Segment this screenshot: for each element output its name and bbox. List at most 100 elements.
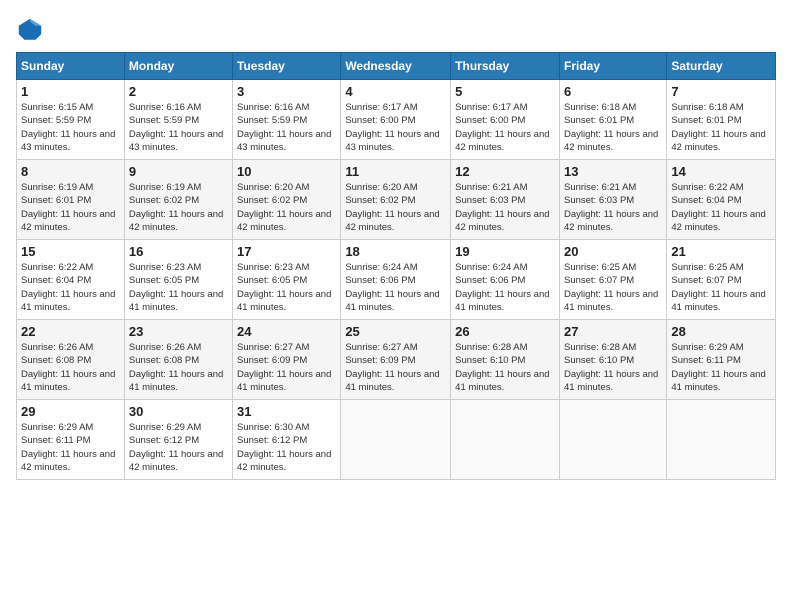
day-number: 5	[455, 84, 555, 99]
day-number: 12	[455, 164, 555, 179]
calendar-cell: 27 Sunrise: 6:28 AMSunset: 6:10 PMDaylig…	[559, 320, 666, 400]
calendar-cell: 21 Sunrise: 6:25 AMSunset: 6:07 PMDaylig…	[667, 240, 776, 320]
day-number: 28	[671, 324, 771, 339]
calendar-cell: 25 Sunrise: 6:27 AMSunset: 6:09 PMDaylig…	[341, 320, 451, 400]
day-info: Sunrise: 6:17 AMSunset: 6:00 PMDaylight:…	[345, 101, 446, 154]
calendar-cell: 14 Sunrise: 6:22 AMSunset: 6:04 PMDaylig…	[667, 160, 776, 240]
day-info: Sunrise: 6:30 AMSunset: 6:12 PMDaylight:…	[237, 421, 336, 474]
day-info: Sunrise: 6:25 AMSunset: 6:07 PMDaylight:…	[671, 261, 771, 314]
calendar-cell: 17 Sunrise: 6:23 AMSunset: 6:05 PMDaylig…	[233, 240, 341, 320]
day-info: Sunrise: 6:23 AMSunset: 6:05 PMDaylight:…	[237, 261, 336, 314]
day-info: Sunrise: 6:26 AMSunset: 6:08 PMDaylight:…	[21, 341, 120, 394]
weekday-header: Monday	[124, 53, 232, 80]
calendar-table: SundayMondayTuesdayWednesdayThursdayFrid…	[16, 52, 776, 480]
logo-icon	[16, 16, 44, 44]
day-info: Sunrise: 6:22 AMSunset: 6:04 PMDaylight:…	[671, 181, 771, 234]
day-number: 16	[129, 244, 228, 259]
calendar-cell: 31 Sunrise: 6:30 AMSunset: 6:12 PMDaylig…	[233, 400, 341, 480]
day-number: 24	[237, 324, 336, 339]
calendar-cell: 2 Sunrise: 6:16 AMSunset: 5:59 PMDayligh…	[124, 80, 232, 160]
day-info: Sunrise: 6:28 AMSunset: 6:10 PMDaylight:…	[564, 341, 662, 394]
day-number: 10	[237, 164, 336, 179]
day-number: 29	[21, 404, 120, 419]
weekday-header: Thursday	[451, 53, 560, 80]
day-info: Sunrise: 6:25 AMSunset: 6:07 PMDaylight:…	[564, 261, 662, 314]
calendar-cell: 18 Sunrise: 6:24 AMSunset: 6:06 PMDaylig…	[341, 240, 451, 320]
day-number: 25	[345, 324, 446, 339]
weekday-header: Wednesday	[341, 53, 451, 80]
weekday-header: Tuesday	[233, 53, 341, 80]
day-info: Sunrise: 6:29 AMSunset: 6:11 PMDaylight:…	[671, 341, 771, 394]
calendar-cell: 26 Sunrise: 6:28 AMSunset: 6:10 PMDaylig…	[451, 320, 560, 400]
calendar-week-row: 1 Sunrise: 6:15 AMSunset: 5:59 PMDayligh…	[17, 80, 776, 160]
calendar-cell: 15 Sunrise: 6:22 AMSunset: 6:04 PMDaylig…	[17, 240, 125, 320]
day-number: 15	[21, 244, 120, 259]
day-info: Sunrise: 6:26 AMSunset: 6:08 PMDaylight:…	[129, 341, 228, 394]
day-number: 18	[345, 244, 446, 259]
calendar-cell: 9 Sunrise: 6:19 AMSunset: 6:02 PMDayligh…	[124, 160, 232, 240]
day-info: Sunrise: 6:23 AMSunset: 6:05 PMDaylight:…	[129, 261, 228, 314]
day-number: 27	[564, 324, 662, 339]
day-number: 13	[564, 164, 662, 179]
day-number: 20	[564, 244, 662, 259]
calendar-cell: 23 Sunrise: 6:26 AMSunset: 6:08 PMDaylig…	[124, 320, 232, 400]
calendar-cell: 20 Sunrise: 6:25 AMSunset: 6:07 PMDaylig…	[559, 240, 666, 320]
day-info: Sunrise: 6:20 AMSunset: 6:02 PMDaylight:…	[345, 181, 446, 234]
calendar-cell: 10 Sunrise: 6:20 AMSunset: 6:02 PMDaylig…	[233, 160, 341, 240]
calendar-week-row: 29 Sunrise: 6:29 AMSunset: 6:11 PMDaylig…	[17, 400, 776, 480]
weekday-header: Friday	[559, 53, 666, 80]
day-number: 8	[21, 164, 120, 179]
calendar-cell: 29 Sunrise: 6:29 AMSunset: 6:11 PMDaylig…	[17, 400, 125, 480]
day-info: Sunrise: 6:29 AMSunset: 6:11 PMDaylight:…	[21, 421, 120, 474]
day-info: Sunrise: 6:28 AMSunset: 6:10 PMDaylight:…	[455, 341, 555, 394]
calendar-cell: 4 Sunrise: 6:17 AMSunset: 6:00 PMDayligh…	[341, 80, 451, 160]
calendar-week-row: 22 Sunrise: 6:26 AMSunset: 6:08 PMDaylig…	[17, 320, 776, 400]
day-number: 3	[237, 84, 336, 99]
calendar-cell: 3 Sunrise: 6:16 AMSunset: 5:59 PMDayligh…	[233, 80, 341, 160]
day-number: 14	[671, 164, 771, 179]
calendar-cell: 11 Sunrise: 6:20 AMSunset: 6:02 PMDaylig…	[341, 160, 451, 240]
day-number: 2	[129, 84, 228, 99]
calendar-cell: 6 Sunrise: 6:18 AMSunset: 6:01 PMDayligh…	[559, 80, 666, 160]
day-info: Sunrise: 6:24 AMSunset: 6:06 PMDaylight:…	[345, 261, 446, 314]
calendar-week-row: 8 Sunrise: 6:19 AMSunset: 6:01 PMDayligh…	[17, 160, 776, 240]
day-info: Sunrise: 6:19 AMSunset: 6:02 PMDaylight:…	[129, 181, 228, 234]
day-info: Sunrise: 6:22 AMSunset: 6:04 PMDaylight:…	[21, 261, 120, 314]
day-number: 4	[345, 84, 446, 99]
day-number: 23	[129, 324, 228, 339]
day-number: 9	[129, 164, 228, 179]
day-info: Sunrise: 6:15 AMSunset: 5:59 PMDaylight:…	[21, 101, 120, 154]
day-info: Sunrise: 6:27 AMSunset: 6:09 PMDaylight:…	[345, 341, 446, 394]
calendar-cell	[559, 400, 666, 480]
calendar-cell	[451, 400, 560, 480]
calendar-cell: 30 Sunrise: 6:29 AMSunset: 6:12 PMDaylig…	[124, 400, 232, 480]
calendar-header-row: SundayMondayTuesdayWednesdayThursdayFrid…	[17, 53, 776, 80]
day-info: Sunrise: 6:29 AMSunset: 6:12 PMDaylight:…	[129, 421, 228, 474]
day-info: Sunrise: 6:24 AMSunset: 6:06 PMDaylight:…	[455, 261, 555, 314]
calendar-cell: 16 Sunrise: 6:23 AMSunset: 6:05 PMDaylig…	[124, 240, 232, 320]
calendar-cell: 8 Sunrise: 6:19 AMSunset: 6:01 PMDayligh…	[17, 160, 125, 240]
calendar-cell	[341, 400, 451, 480]
day-info: Sunrise: 6:19 AMSunset: 6:01 PMDaylight:…	[21, 181, 120, 234]
day-info: Sunrise: 6:20 AMSunset: 6:02 PMDaylight:…	[237, 181, 336, 234]
day-number: 17	[237, 244, 336, 259]
logo	[16, 16, 48, 44]
weekday-header: Sunday	[17, 53, 125, 80]
calendar-cell	[667, 400, 776, 480]
calendar-cell: 22 Sunrise: 6:26 AMSunset: 6:08 PMDaylig…	[17, 320, 125, 400]
day-number: 1	[21, 84, 120, 99]
calendar-cell: 7 Sunrise: 6:18 AMSunset: 6:01 PMDayligh…	[667, 80, 776, 160]
calendar-week-row: 15 Sunrise: 6:22 AMSunset: 6:04 PMDaylig…	[17, 240, 776, 320]
calendar-cell: 5 Sunrise: 6:17 AMSunset: 6:00 PMDayligh…	[451, 80, 560, 160]
day-number: 30	[129, 404, 228, 419]
calendar-cell: 13 Sunrise: 6:21 AMSunset: 6:03 PMDaylig…	[559, 160, 666, 240]
day-number: 7	[671, 84, 771, 99]
day-info: Sunrise: 6:27 AMSunset: 6:09 PMDaylight:…	[237, 341, 336, 394]
day-info: Sunrise: 6:16 AMSunset: 5:59 PMDaylight:…	[129, 101, 228, 154]
calendar-cell: 28 Sunrise: 6:29 AMSunset: 6:11 PMDaylig…	[667, 320, 776, 400]
calendar-cell: 24 Sunrise: 6:27 AMSunset: 6:09 PMDaylig…	[233, 320, 341, 400]
calendar-cell: 12 Sunrise: 6:21 AMSunset: 6:03 PMDaylig…	[451, 160, 560, 240]
calendar-cell: 1 Sunrise: 6:15 AMSunset: 5:59 PMDayligh…	[17, 80, 125, 160]
day-number: 19	[455, 244, 555, 259]
day-number: 22	[21, 324, 120, 339]
